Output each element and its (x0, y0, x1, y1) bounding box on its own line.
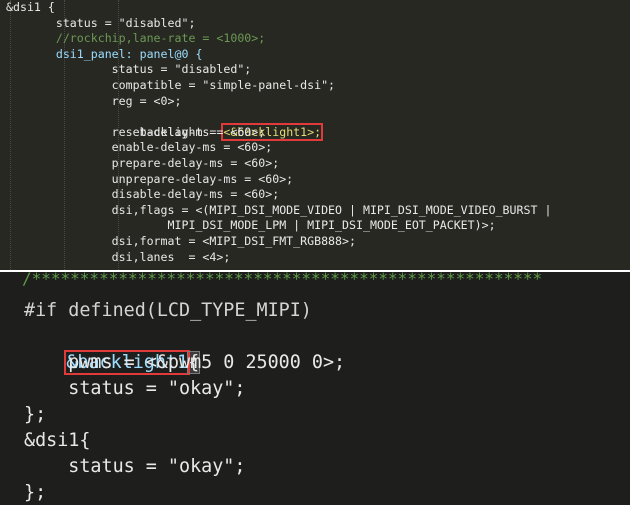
code-line: disable-delay-ms = <60>; (0, 187, 280, 202)
code-line: pwms = <&pwm5 0 25000 0>; (24, 352, 346, 373)
code-line-backlight: backlight = <&backlight1>; (0, 109, 324, 141)
comment-banner: /***************************************… (22, 272, 543, 288)
code-line: dsi,format = <MIPI_DSI_FMT_RGB888>; (0, 234, 356, 248)
preprocessor-line: #if defined(LCD_TYPE_MIPI) (24, 300, 312, 321)
code-line: unprepare-delay-ms = <60>; (0, 171, 294, 186)
code-line: }; (24, 482, 47, 503)
code-line: }; (24, 404, 47, 425)
code-line: enable-delay-ms = <60>; (0, 140, 273, 155)
code-line: reset-delay-ms = <60>; (0, 124, 266, 139)
code-editor-top[interactable]: &dsi1 { status = "disabled"; //rockchip,… (0, 0, 630, 270)
code-line: reg = <0>; (0, 93, 182, 108)
code-line: dsi,flags = <(MIPI_DSI_MODE_VIDEO | MIPI… (0, 202, 552, 217)
code-comment-line: //rockchip,lane-rate = <1000>; (0, 31, 266, 46)
code-line: prepare-delay-ms = <60>; (0, 156, 280, 170)
code-line: status = "disabled"; (0, 62, 252, 77)
code-editor-bottom[interactable]: /***************************************… (0, 272, 630, 505)
code-line: compatible = "simple-panel-dsi"; (0, 78, 336, 92)
code-line-status: status = "okay"; (24, 456, 246, 477)
code-line: &dsi1 { (6, 0, 55, 14)
code-line-status: status = "okay"; (24, 378, 246, 399)
code-line: dsi1_panel: panel@0 { (0, 46, 203, 61)
code-line: status = "disabled"; (0, 15, 196, 30)
code-line-backlight-node: &backlight1{ (22, 324, 201, 375)
code-line: MIPI_DSI_MODE_LPM | MIPI_DSI_MODE_EOT_PA… (0, 218, 496, 233)
code-line: dsi,lanes = <4>; (0, 249, 231, 264)
code-line: &dsi1{ (24, 430, 91, 451)
